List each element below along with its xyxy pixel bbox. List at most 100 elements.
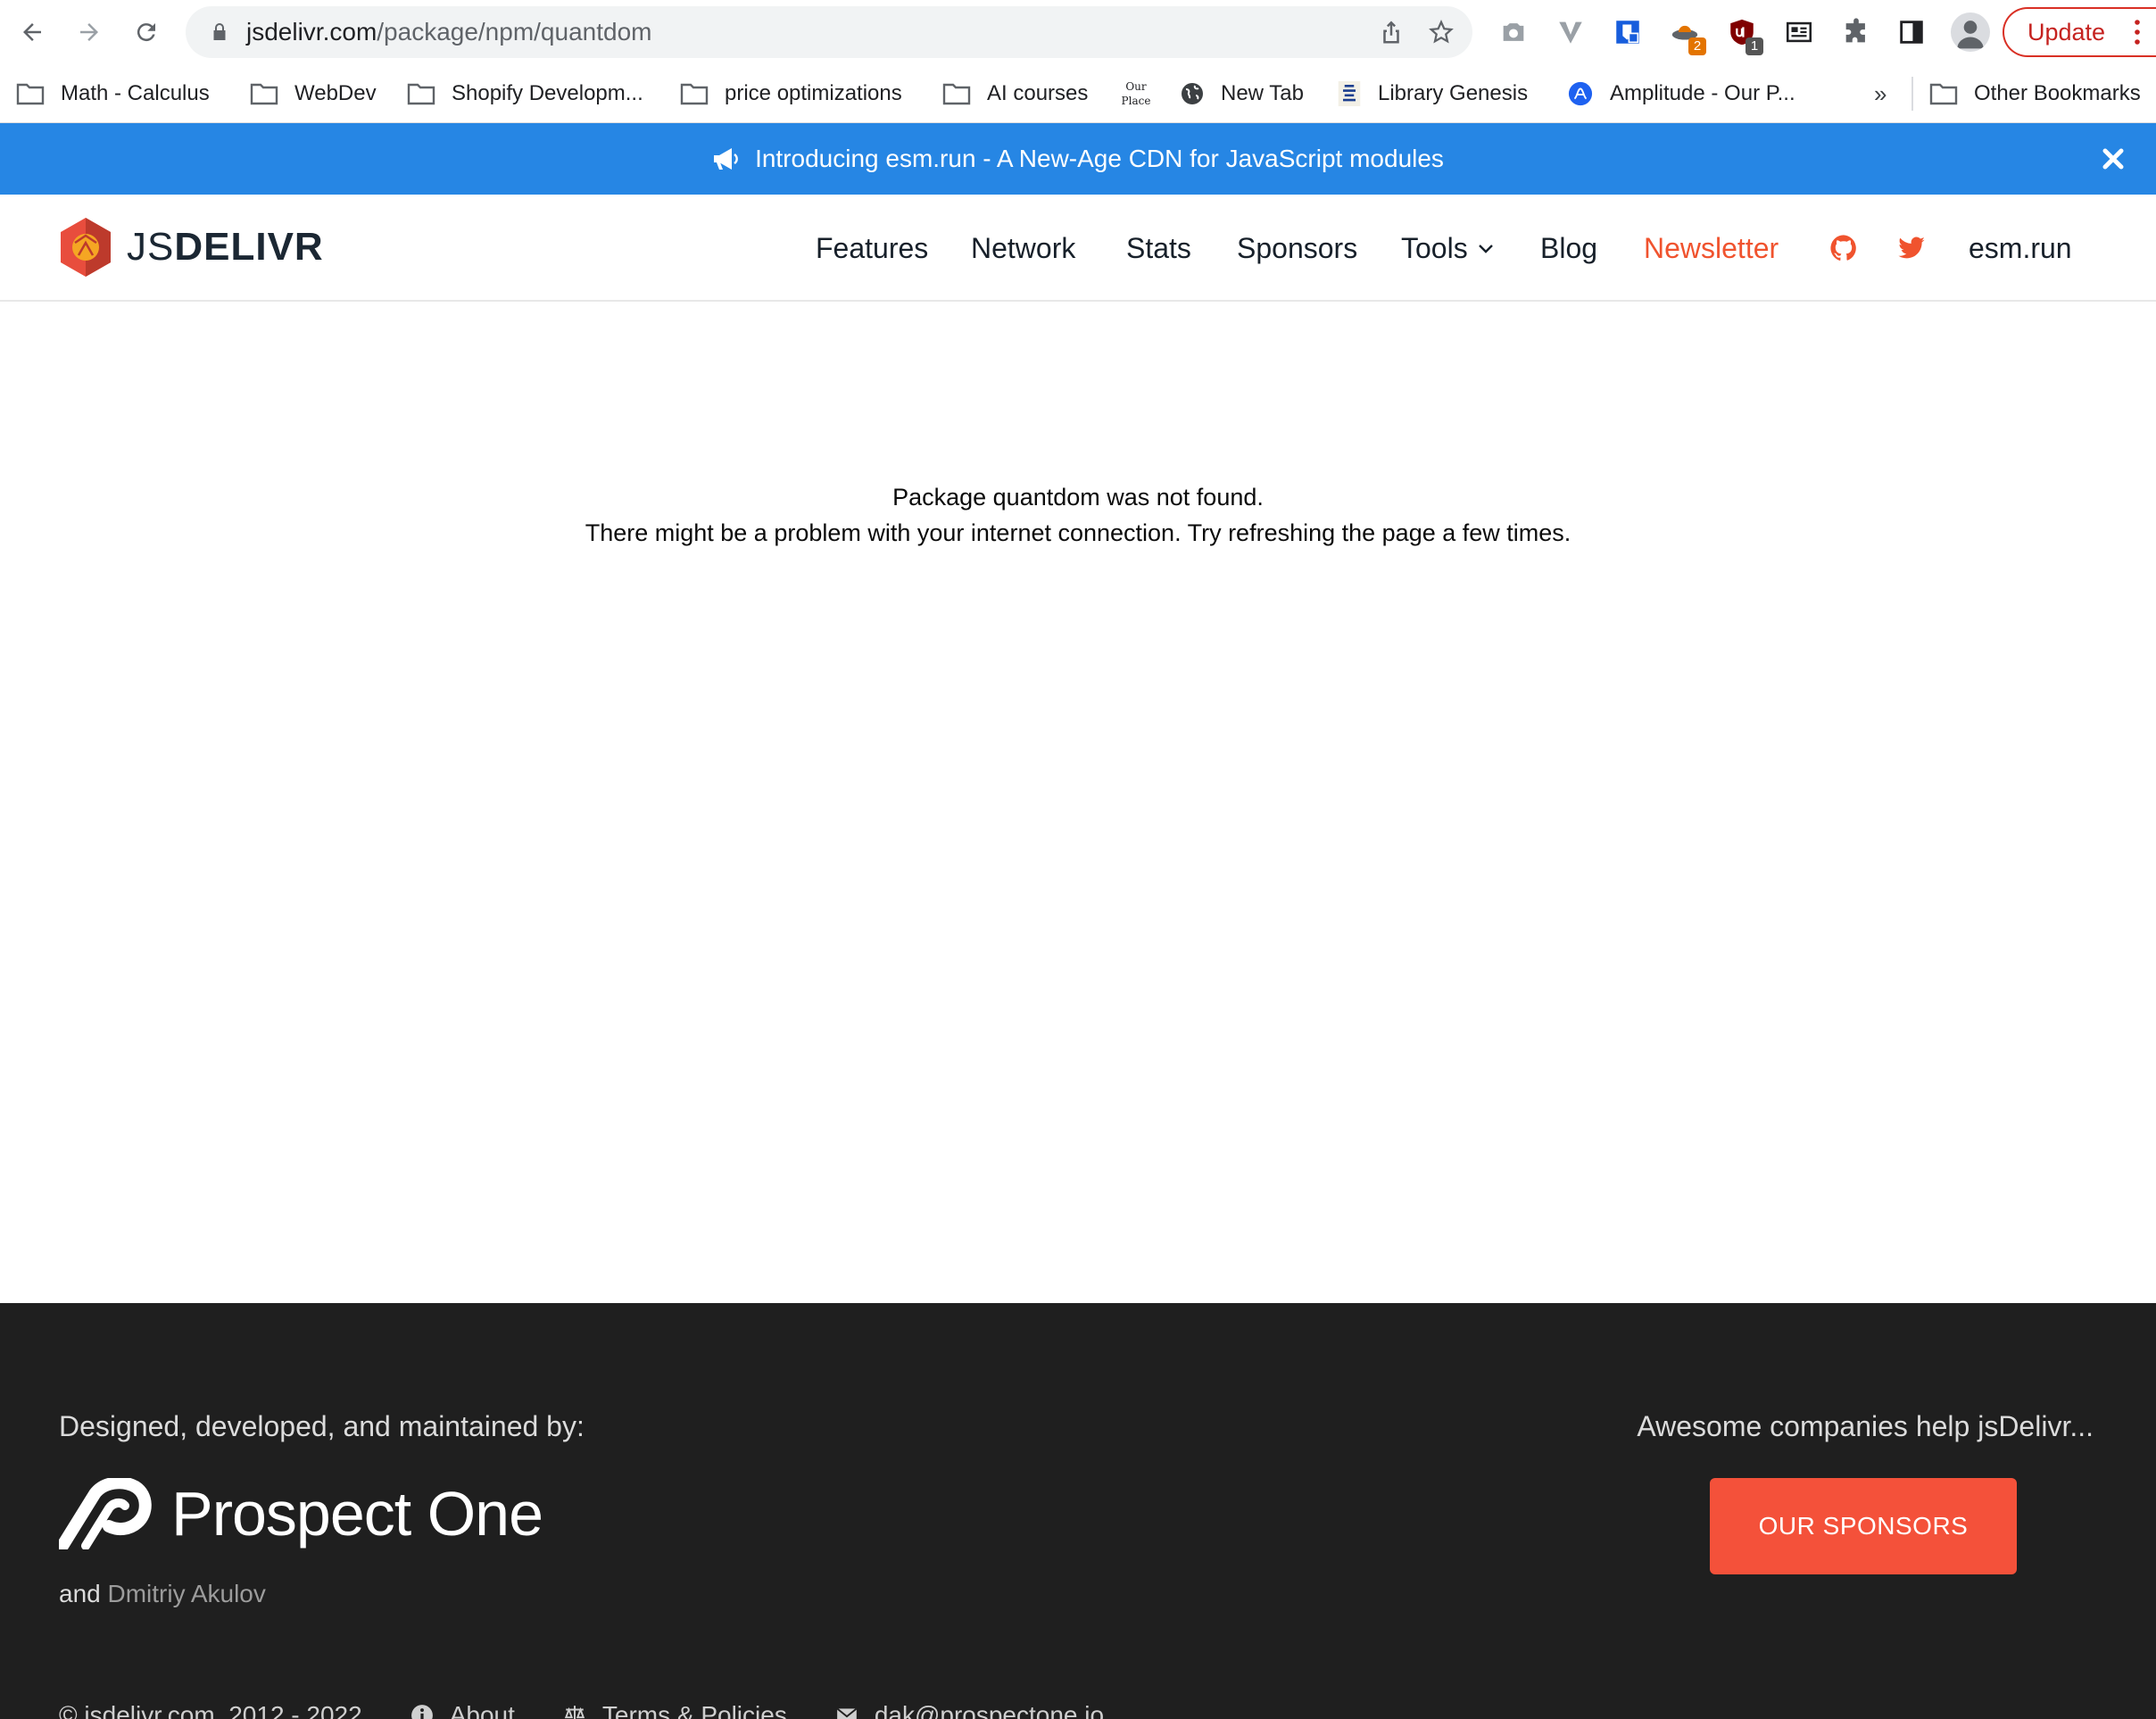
close-icon[interactable] [2101, 146, 2126, 171]
prospect-one-logo[interactable]: Prospect One [59, 1478, 543, 1549]
reload-icon [137, 23, 155, 42]
side-panel-button[interactable] [1894, 14, 1929, 50]
info-icon [410, 1705, 433, 1719]
extension-bitwarden[interactable] [1610, 14, 1646, 50]
bookmark-label: Math - Calculus [61, 81, 210, 105]
bookmark-new-tab[interactable]: New Tab [1180, 64, 1304, 123]
nav-tools[interactable]: Tools [1401, 195, 1495, 302]
megaphone-icon [714, 148, 738, 170]
globe-icon [1182, 83, 1203, 104]
bookmark-star-icon[interactable] [1428, 19, 1455, 46]
about-label: About [449, 1701, 515, 1719]
prospect-one-mark-icon [59, 1478, 152, 1549]
envelope-icon [836, 1707, 858, 1719]
footer-email-link[interactable]: dak@prospectone.io [835, 1701, 1104, 1719]
and-author-text: and Dmitriy Akulov [59, 1580, 266, 1608]
newspaper-icon [1786, 21, 1812, 43]
nav-label: Network [971, 231, 1076, 264]
nav-features[interactable]: Features [816, 195, 928, 302]
chevron-down-icon [1478, 245, 1493, 253]
extension-news[interactable] [1781, 14, 1817, 50]
extension-ublock[interactable]: 1 [1724, 14, 1763, 55]
bookmark-ai-courses[interactable]: AI courses [942, 64, 1088, 123]
bookmark-price-optimizations[interactable]: price optimizations [680, 64, 902, 123]
announcement-text: Introducing esm.run - A New-Age CDN for … [755, 145, 1444, 172]
camera-icon [1503, 23, 1524, 41]
svg-text:Place: Place [1122, 95, 1151, 107]
nav-network[interactable]: Network [971, 195, 1075, 302]
designed-by-text: Designed, developed, and maintained by: [59, 1410, 585, 1442]
copyright: © jsdelivr.com, 2012 - 2022 [59, 1701, 362, 1719]
nav-blog[interactable]: Blog [1540, 195, 1597, 302]
person-icon [1957, 21, 1984, 49]
back-arrow-icon [23, 23, 41, 41]
bookmark-other-bookmarks[interactable]: Other Bookmarks [1929, 64, 2141, 123]
profile-avatar[interactable] [1951, 12, 1990, 52]
bookmark-amplitude[interactable]: Amplitude - Our P... [1567, 64, 1795, 123]
bookmark-label: Other Bookmarks [1974, 81, 2141, 105]
nav-esm-run[interactable]: esm.run [1969, 195, 2072, 302]
site-footer: Designed, developed, and maintained by: … [0, 1303, 2156, 1719]
amplitude-icon [1568, 81, 1593, 106]
bookmark-label: Shopify Developm... [452, 81, 643, 105]
back-button[interactable] [12, 12, 52, 52]
twitter-icon[interactable] [1897, 234, 1926, 262]
url-text: jsdelivr.com/package/npm/quantdom [246, 6, 651, 58]
url-host: jsdelivr.com [246, 18, 377, 46]
sponsors-tagline: Awesome companies help jsDelivr... [1637, 1410, 2094, 1442]
bookmarks-overflow-button[interactable]: » [1874, 64, 1886, 123]
forward-button[interactable] [70, 12, 109, 52]
extension-badge: 1 [1746, 37, 1763, 55]
scales-icon [564, 1706, 585, 1719]
side-panel-icon [1900, 21, 1923, 44]
footer-about-link[interactable]: About [410, 1701, 515, 1719]
footer-bottom-links: © jsdelivr.com, 2012 - 2022 About Terms … [59, 1701, 1152, 1719]
bookmark-math-calculus[interactable]: Math - Calculus [16, 64, 210, 123]
github-icon[interactable] [1829, 234, 1858, 262]
library-icon [1338, 81, 1361, 106]
bookmark-our-place[interactable]: Our Place [1121, 64, 1151, 123]
footer-terms-link[interactable]: Terms & Policies [563, 1701, 787, 1719]
nav-stats[interactable]: Stats [1126, 195, 1191, 302]
extension-v[interactable] [1553, 14, 1588, 50]
nav-newsletter[interactable]: Newsletter [1644, 195, 1779, 302]
nav-sponsors[interactable]: Sponsors [1237, 195, 1357, 302]
bookmark-library-genesis[interactable]: Library Genesis [1337, 64, 1528, 123]
share-icon[interactable] [1378, 19, 1405, 46]
shield-lock-icon [1616, 21, 1639, 44]
site-header: JSDELIVR Features Network Stats Sponsors… [0, 195, 2156, 302]
extension-ufo[interactable]: 2 [1667, 14, 1706, 55]
nav-label: Stats [1126, 231, 1191, 264]
bookmark-label: Amplitude - Our P... [1610, 81, 1795, 105]
folder-icon [942, 83, 971, 105]
bookmark-shopify[interactable]: Shopify Developm... [407, 64, 643, 123]
our-place-icon: Our Place [1122, 80, 1151, 107]
folder-icon [1929, 83, 1958, 105]
and-prefix: and [59, 1580, 101, 1607]
our-sponsors-button[interactable]: OUR SPONSORS [1710, 1478, 2017, 1574]
folder-icon [250, 83, 278, 105]
reload-button[interactable] [127, 12, 166, 52]
nav-label: Tools [1401, 231, 1468, 264]
bookmark-label: WebDev [294, 81, 377, 105]
bookmark-label: AI courses [987, 81, 1089, 105]
more-vert-icon [2135, 20, 2140, 45]
email-label: dak@prospectone.io [874, 1701, 1105, 1719]
nav-label: Sponsors [1237, 231, 1358, 264]
update-label: Update [2027, 19, 2106, 46]
extensions-menu[interactable] [1838, 14, 1874, 50]
address-bar[interactable]: jsdelivr.com/package/npm/quantdom [186, 6, 1472, 58]
update-button[interactable]: Update [2003, 7, 2156, 57]
bookmark-webdev[interactable]: WebDev [250, 64, 377, 123]
author-link[interactable]: Dmitriy Akulov [108, 1580, 266, 1607]
announcement-link[interactable]: Introducing esm.run - A New-Age CDN for … [0, 123, 2156, 195]
main-content: Package quantdom was not found. There mi… [0, 303, 2156, 1303]
extension-camera[interactable] [1496, 14, 1531, 50]
browser-toolbar: jsdelivr.com/package/npm/quantdom 2 1 Up… [0, 0, 2156, 64]
folder-icon [407, 83, 435, 105]
nav-label: Blog [1540, 231, 1598, 264]
logo-wordmark: JSDELIVR [127, 225, 324, 270]
puzzle-icon [1845, 18, 1865, 43]
terms-label: Terms & Policies [601, 1701, 787, 1719]
jsdelivr-logo[interactable]: JSDELIVR [57, 216, 324, 278]
